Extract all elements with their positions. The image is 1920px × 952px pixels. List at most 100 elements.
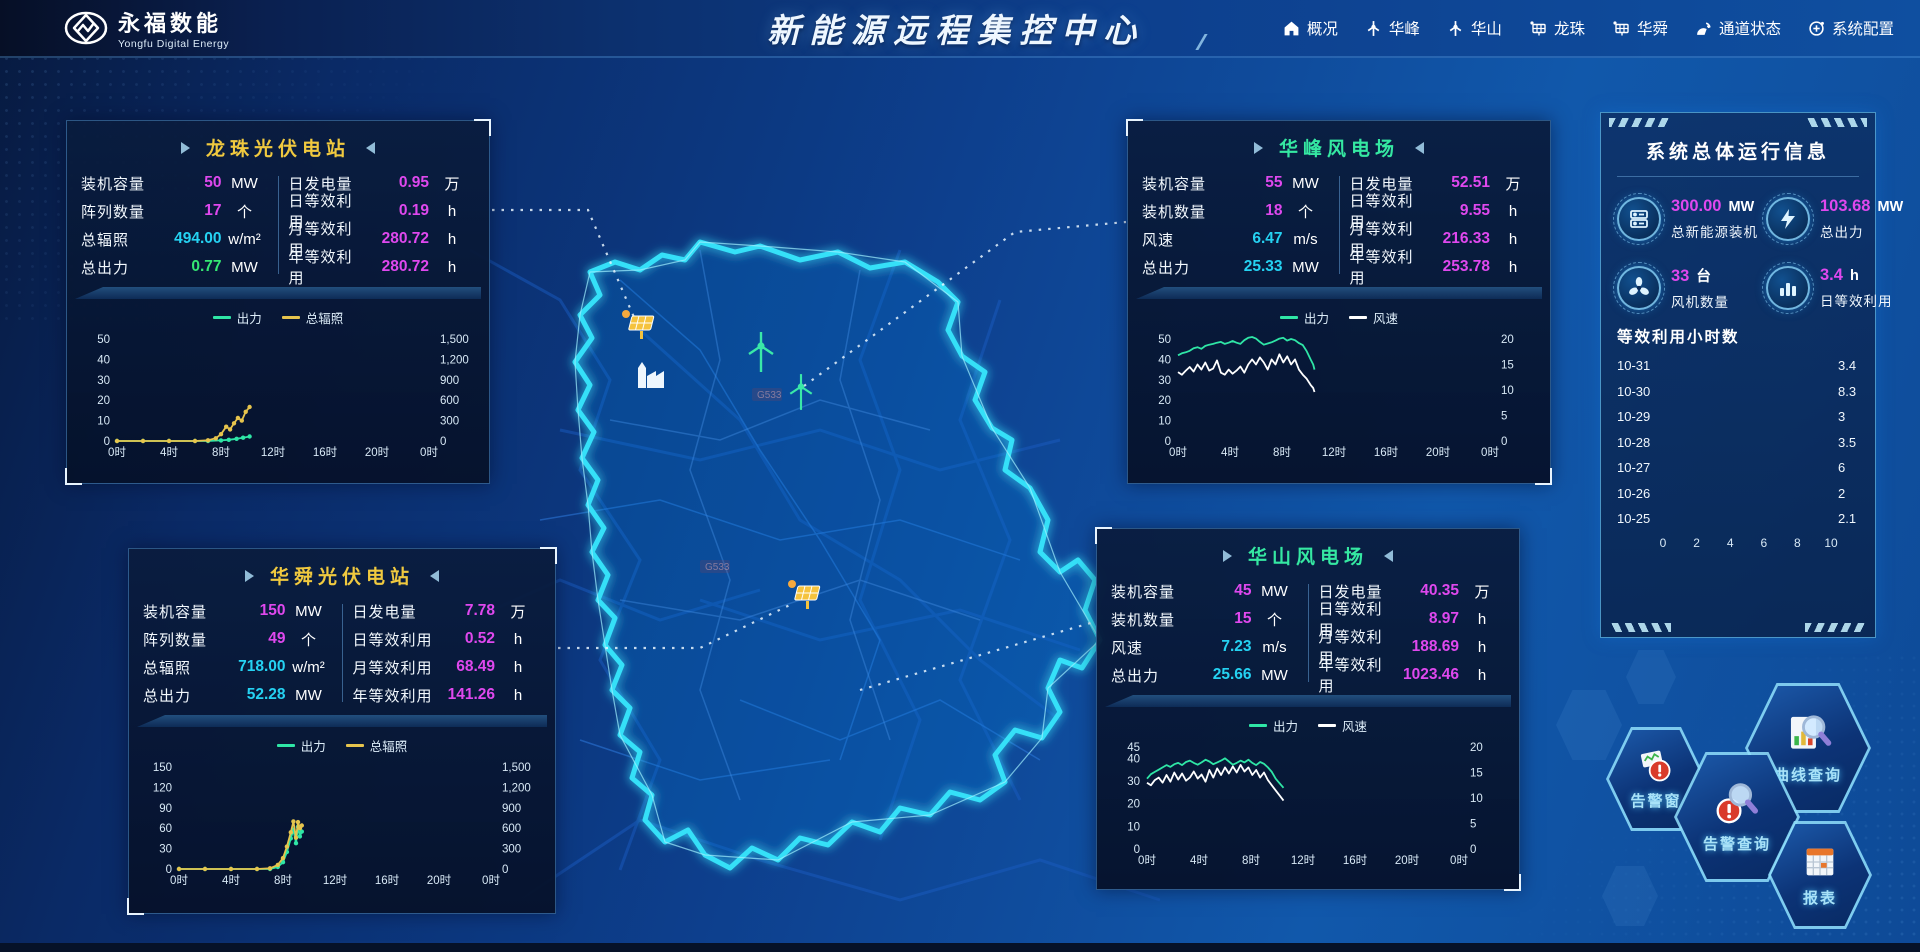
- stat-row: 总出力0.77MW: [81, 257, 268, 277]
- stat-unit: MW: [1283, 175, 1329, 192]
- svg-text:0时: 0时: [170, 874, 188, 887]
- bar-category-label: 10-30: [1617, 384, 1663, 399]
- nav-item-channel-status[interactable]: 通道状态: [1695, 17, 1781, 39]
- hazard-stripe: [1805, 623, 1867, 632]
- stat-unit: MW: [222, 259, 268, 276]
- svg-text:20: 20: [1470, 742, 1483, 754]
- bar-value-label: 2: [1838, 486, 1845, 501]
- stat-unit: 万: [429, 173, 475, 194]
- stat-row: 年等效利用141.26h: [353, 685, 542, 705]
- stat-value: 45: [1190, 582, 1252, 600]
- svg-text:20: 20: [1127, 799, 1140, 811]
- stat-label: 年等效利用: [1319, 654, 1398, 696]
- chart-legend: 出力总辐照: [81, 308, 475, 327]
- svg-text:20时: 20时: [1426, 446, 1451, 459]
- nav-item-huashun[interactable]: 华舜: [1612, 17, 1668, 39]
- svg-text:0时: 0时: [1481, 446, 1499, 459]
- stat-label: 风速: [1111, 637, 1190, 658]
- panel-ribbon: [75, 287, 481, 299]
- system-stat-label: 风机数量: [1671, 291, 1729, 311]
- stat-value: 0.52: [433, 630, 495, 648]
- hazard-stripe: [1609, 623, 1671, 632]
- stat-value: 25.66: [1190, 666, 1252, 684]
- solar-station-icon: [1612, 20, 1630, 37]
- bar-axis-tick: 10: [1824, 536, 1837, 550]
- stat-value: 49: [224, 630, 286, 648]
- stat-row: 年等效利用1023.46h: [1319, 665, 1506, 685]
- stat-unit: 万: [1459, 581, 1505, 602]
- bar-axis-tick: 2: [1693, 536, 1700, 550]
- solar-station-marker: [618, 308, 658, 349]
- stat-label: 年等效利用: [289, 246, 368, 288]
- svg-text:10: 10: [1158, 416, 1171, 428]
- bar-value-label: 3.4: [1838, 358, 1856, 373]
- stat-value: 40.35: [1397, 582, 1459, 600]
- svg-text:8时: 8时: [1242, 854, 1260, 867]
- bar-category-label: 10-25: [1617, 511, 1663, 526]
- stat-value: 50: [160, 174, 222, 192]
- column-divider: [1339, 176, 1340, 274]
- stat-row: 装机数量15个: [1111, 609, 1298, 629]
- svg-text:50: 50: [1158, 334, 1171, 346]
- bar-track: [1663, 409, 1831, 424]
- alarm-query-icon: [1712, 780, 1762, 828]
- stat-unit: 个: [1252, 609, 1298, 630]
- legend-item: 风速: [1318, 716, 1367, 735]
- stat-row: 总出力25.66MW: [1111, 665, 1298, 685]
- stat-unit: h: [495, 659, 541, 676]
- nav-item-longzhu[interactable]: 龙珠: [1529, 17, 1585, 39]
- stat-unit: h: [495, 687, 541, 704]
- title-arrow-right-icon: [1223, 550, 1232, 562]
- title-arrow-left-icon: [1384, 550, 1393, 562]
- legend-item: 出力: [213, 308, 262, 327]
- station-title: 龙珠光伏电站: [81, 134, 475, 161]
- svg-text:4时: 4时: [222, 874, 240, 887]
- panel-ribbon: [137, 715, 547, 727]
- wind-turbine-icon: [1365, 20, 1382, 37]
- stat-row: 阵列数量17个: [81, 201, 268, 221]
- nav-item-huafeng[interactable]: 华峰: [1365, 17, 1420, 39]
- station-panel-longzhu: 龙珠光伏电站 装机容量50MW阵列数量17个总辐照494.00w/m²总出力0.…: [66, 120, 490, 484]
- system-stat: 300.00MW总新能源装机: [1617, 197, 1758, 241]
- station-title: 华峰风电场: [1142, 134, 1536, 161]
- nav-item-overview[interactable]: 概况: [1283, 17, 1338, 39]
- title-arrow-left-icon: [366, 142, 375, 154]
- svg-text:50: 50: [97, 334, 110, 346]
- stat-value: 150: [224, 602, 286, 620]
- bar-row: 10-262: [1617, 485, 1859, 502]
- panel-ribbon: [1105, 695, 1511, 707]
- hazard-stripe: [1805, 118, 1867, 127]
- bar-category-label: 10-31: [1617, 358, 1663, 373]
- svg-text:40: 40: [1158, 354, 1171, 366]
- stat-value: 8.97: [1397, 610, 1459, 628]
- station-stats: 装机容量45MW装机数量15个风速7.23m/s总出力25.66MW日发电量40…: [1111, 581, 1505, 685]
- bar-track: [1663, 486, 1831, 501]
- system-stat: 33台风机数量: [1617, 265, 1758, 311]
- station-panel-huafeng: 华峰风电场 装机容量55MW装机数量18个风速6.47m/s总出力25.33MW…: [1127, 120, 1551, 484]
- alarm-window-icon: [1636, 747, 1676, 785]
- stat-unit: h: [1490, 259, 1536, 276]
- stat-unit: w/m²: [222, 231, 268, 248]
- title-arrow-left-icon: [1415, 142, 1424, 154]
- bar-axis-tick: 0: [1660, 536, 1667, 550]
- station-stats: 装机容量150MW阵列数量49个总辐照718.00w/m²总出力52.28MW日…: [143, 601, 541, 705]
- stat-unit: MW: [1252, 583, 1298, 600]
- stat-value: 0.95: [367, 174, 429, 192]
- legend-label: 出力: [301, 736, 326, 755]
- svg-text:300: 300: [502, 844, 521, 856]
- nav-item-huashan[interactable]: 华山: [1447, 17, 1502, 39]
- stat-unit: m/s: [1252, 639, 1298, 656]
- solar-station-icon: [1529, 20, 1547, 37]
- legend-item: 风速: [1349, 308, 1398, 327]
- brand-name: 永福数能: [118, 6, 229, 38]
- stat-value: 55: [1221, 174, 1283, 192]
- svg-text:0: 0: [1501, 436, 1507, 448]
- bar-row: 10-29 3: [1617, 408, 1859, 425]
- stat-value: 18: [1221, 202, 1283, 220]
- bar-category-label: 10-29: [1617, 409, 1663, 424]
- stat-label: 总出力: [1142, 257, 1221, 278]
- brand-logo: 永福数能 Yongfu Digital Energy: [64, 6, 229, 50]
- nav-item-system-config[interactable]: 系统配置: [1808, 17, 1894, 39]
- bar-value-label: 8.3: [1838, 384, 1856, 399]
- bar-value-label: 3: [1838, 409, 1845, 424]
